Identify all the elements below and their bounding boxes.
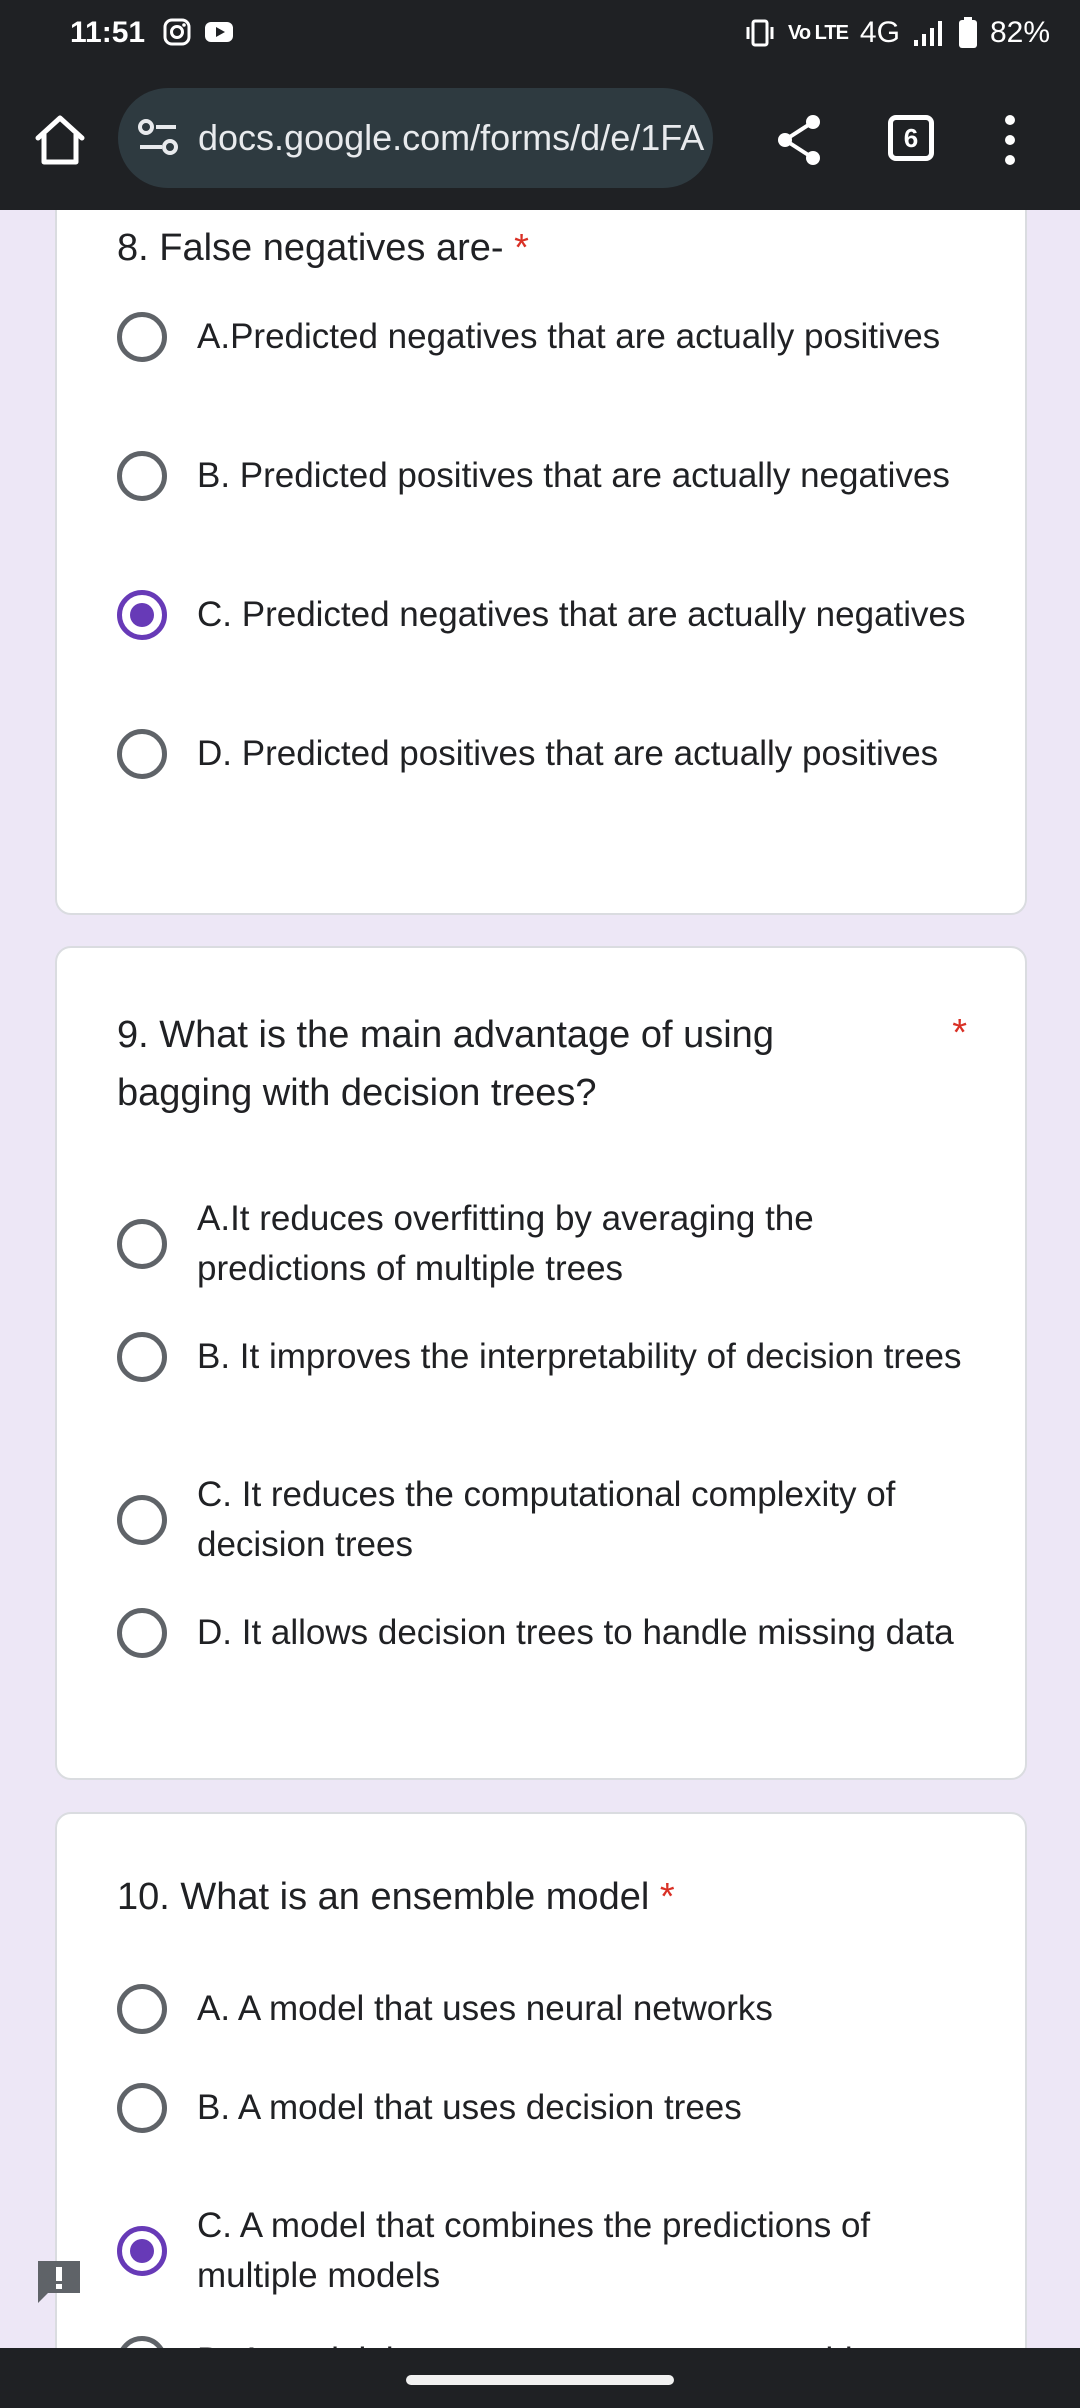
radio-button[interactable] xyxy=(117,312,167,362)
question-title: 8. False negatives are- * xyxy=(117,227,529,269)
status-right: Vo LTE 4G 82% xyxy=(744,16,1050,50)
radio-button[interactable] xyxy=(117,451,167,501)
radio-button[interactable] xyxy=(117,1608,167,1658)
address-bar[interactable]: docs.google.com/forms/d/e/1FA xyxy=(118,88,713,188)
url-text: docs.google.com/forms/d/e/1FA xyxy=(198,117,705,158)
radio-button[interactable] xyxy=(117,1495,167,1545)
option-row-selected[interactable]: C. Predicted negatives that are actually… xyxy=(117,590,977,640)
question-card-9: 9. What is the main advantage of using b… xyxy=(55,946,1027,1780)
option-row[interactable]: A.Predicted negatives that are actually … xyxy=(117,312,977,362)
option-label: B. Predicted positives that are actually… xyxy=(197,456,950,495)
radio-button[interactable] xyxy=(117,729,167,779)
question-title: 9. What is the main advantage of using b… xyxy=(117,1014,774,1114)
site-settings-icon[interactable] xyxy=(134,113,184,163)
question-card-8: 8. False negatives are- * A.Predicted ne… xyxy=(55,210,1027,915)
radio-button[interactable] xyxy=(117,1332,167,1382)
option-label: B. A model that uses decision trees xyxy=(197,2088,742,2127)
option-label: D. It allows decision trees to handle mi… xyxy=(197,1613,954,1652)
instagram-icon xyxy=(163,18,191,46)
vibrate-icon xyxy=(746,19,774,47)
report-feedback-icon[interactable] xyxy=(34,2257,84,2307)
system-navigation-bar xyxy=(0,2348,1080,2408)
option-label: A.It reduces overfitting by averaging th… xyxy=(197,1199,814,1288)
option-row[interactable]: B. It improves the interpretability of d… xyxy=(117,1332,977,1382)
option-label: B. It improves the interpretability of d… xyxy=(197,1337,962,1376)
youtube-icon xyxy=(205,22,233,42)
form-content: 8. False negatives are- * A.Predicted ne… xyxy=(0,210,1080,2348)
option-label: C. Predicted negatives that are actually… xyxy=(197,595,966,634)
option-row[interactable]: B. A model that uses decision trees xyxy=(117,2083,977,2133)
option-label: D. Predicted positives that are actually… xyxy=(197,734,939,773)
battery-percent: 82% xyxy=(989,16,1050,49)
option-label: A. A model that uses neural networks xyxy=(197,1989,773,2028)
radio-button[interactable] xyxy=(117,1984,167,2034)
option-row[interactable]: C. It reduces the computational complexi… xyxy=(117,1470,977,1570)
option-label: C. It reduces the computational complexi… xyxy=(197,1475,896,1564)
home-icon[interactable] xyxy=(30,110,90,170)
tab-switcher-button[interactable]: 6 xyxy=(888,115,934,161)
radio-button-checked[interactable] xyxy=(117,2226,167,2276)
question-title: 10. What is an ensemble model * xyxy=(117,1876,675,1918)
option-row[interactable]: D. A model that uses support vector mach… xyxy=(117,2336,977,2348)
option-row[interactable]: A.It reduces overfitting by averaging th… xyxy=(117,1194,977,1294)
option-label: D. A model that uses support vector mach… xyxy=(197,2336,909,2348)
signal-icon xyxy=(913,21,942,46)
radio-button[interactable] xyxy=(117,1219,167,1269)
share-icon[interactable] xyxy=(775,110,825,170)
status-bar: 11:51 Vo LTE 4G 82% xyxy=(0,0,1080,70)
option-label: A.Predicted negatives that are actually … xyxy=(197,317,941,356)
radio-button[interactable] xyxy=(117,2083,167,2133)
network-type: 4G xyxy=(859,16,900,49)
question-card-10: 10. What is an ensemble model * A. A mod… xyxy=(55,1812,1027,2348)
option-row[interactable]: A. A model that uses neural networks xyxy=(117,1984,977,2034)
status-time: 11:51 xyxy=(70,16,146,49)
radio-button[interactable] xyxy=(117,2336,167,2348)
option-label: C. A model that combines the predictions… xyxy=(197,2206,871,2295)
home-gesture-handle[interactable] xyxy=(406,2375,674,2385)
option-row[interactable]: D. It allows decision trees to handle mi… xyxy=(117,1608,977,1658)
option-row-selected[interactable]: C. A model that combines the predictions… xyxy=(117,2201,977,2301)
option-row[interactable]: B. Predicted positives that are actually… xyxy=(117,451,977,501)
radio-button-checked[interactable] xyxy=(117,590,167,640)
required-mark: * xyxy=(952,1012,967,1054)
battery-icon xyxy=(958,17,977,48)
volte-indicator: Vo LTE xyxy=(788,21,849,44)
option-row[interactable]: D. Predicted positives that are actually… xyxy=(117,729,977,779)
more-options-icon[interactable] xyxy=(990,110,1030,170)
browser-toolbar: docs.google.com/forms/d/e/1FA 6 xyxy=(0,70,1080,210)
